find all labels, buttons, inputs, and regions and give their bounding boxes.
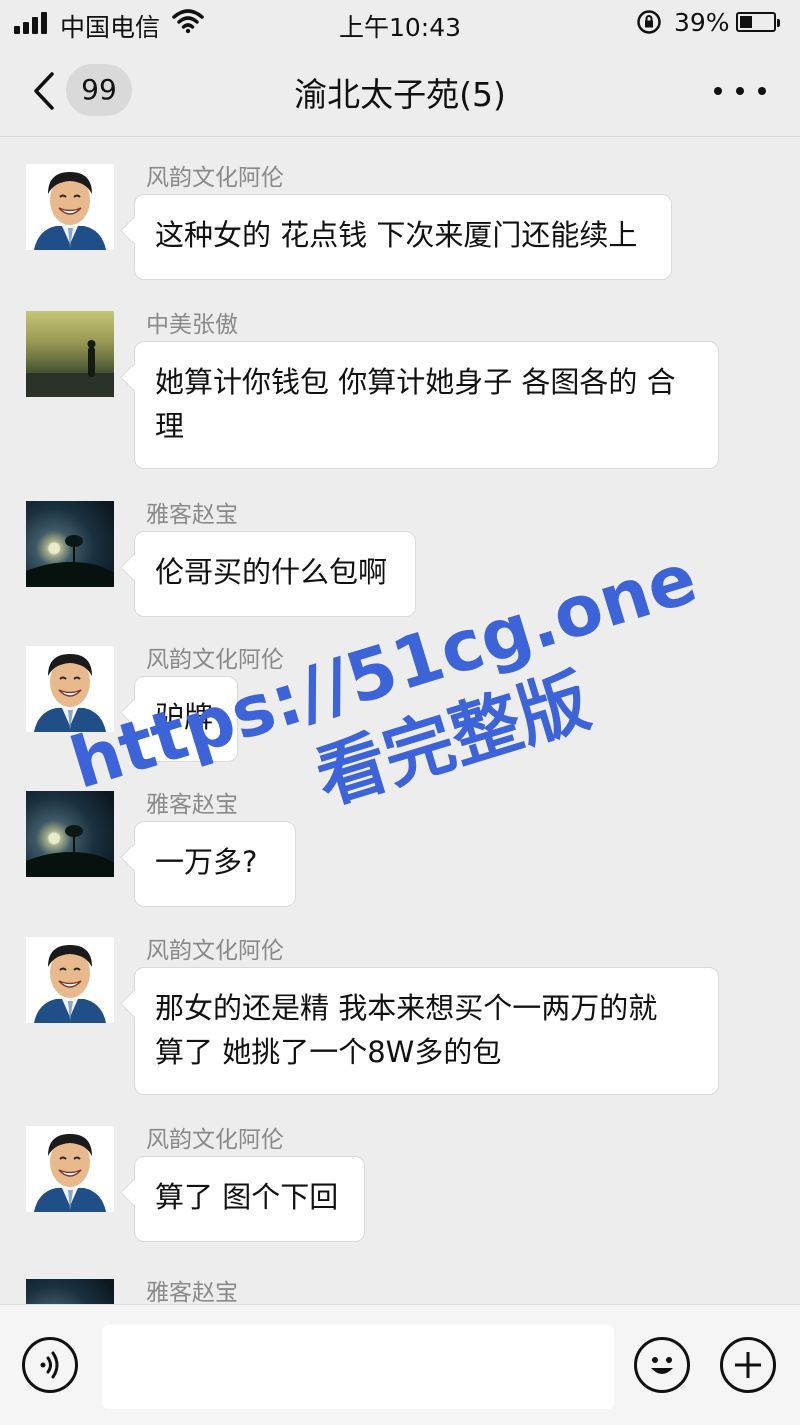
avatar[interactable] bbox=[26, 501, 114, 587]
message-bubble[interactable]: 她算计你钱包 你算计她身子 各图各的 合理 bbox=[134, 341, 719, 469]
avatar[interactable] bbox=[26, 1126, 114, 1212]
battery-icon bbox=[736, 12, 780, 32]
message-bubble[interactable]: 一万多? bbox=[134, 821, 296, 907]
message-input[interactable] bbox=[102, 1325, 614, 1409]
battery-percent: 39% bbox=[674, 8, 730, 37]
message-text-line: 一万多? bbox=[155, 845, 258, 879]
chat-header: 99 渝北太子苑(5) bbox=[0, 46, 800, 137]
sender-name: 雅客赵宝 bbox=[146, 792, 238, 818]
status-bar: 中国电信 上午10:43 39% bbox=[0, 0, 800, 46]
sender-name: 风韵文化阿伦 bbox=[146, 647, 284, 673]
sender-name: 风韵文化阿伦 bbox=[146, 165, 284, 191]
sender-name: 风韵文化阿伦 bbox=[146, 1127, 284, 1153]
chat-title: 渝北太子苑(5) bbox=[294, 75, 506, 114]
message-bubble[interactable]: 这种女的 花点钱 下次来厦门还能续上 bbox=[134, 194, 672, 280]
emoji-icon[interactable] bbox=[634, 1337, 690, 1393]
input-bar bbox=[0, 1304, 800, 1425]
message-bubble[interactable]: 算了 图个下回 bbox=[134, 1156, 365, 1242]
voice-icon[interactable] bbox=[22, 1337, 78, 1393]
avatar[interactable] bbox=[26, 937, 114, 1023]
avatar[interactable] bbox=[26, 311, 114, 397]
message-bubble[interactable]: 驴牌 bbox=[134, 676, 238, 762]
plus-icon[interactable] bbox=[720, 1337, 776, 1393]
message-text-line: 她算计你钱包 你算计她身子 各图各的 合 bbox=[155, 365, 676, 399]
avatar[interactable] bbox=[26, 646, 114, 732]
sender-name: 中美张傲 bbox=[146, 312, 238, 338]
sender-name: 风韵文化阿伦 bbox=[146, 938, 284, 964]
message-text-line: 这种女的 花点钱 下次来厦门还能续上 bbox=[155, 218, 638, 252]
sender-name: 雅客赵宝 bbox=[146, 1280, 238, 1306]
message-text-line: 算了 她挑了一个8W多的包 bbox=[155, 1035, 502, 1069]
message-text-line: 伦哥买的什么包啊 bbox=[155, 555, 388, 589]
message-text-line: 驴牌 bbox=[155, 700, 214, 734]
watermark-caption: 看完整版 bbox=[307, 660, 599, 820]
avatar[interactable] bbox=[26, 791, 114, 877]
avatar[interactable] bbox=[26, 164, 114, 250]
more-dots-icon[interactable] bbox=[714, 68, 766, 114]
message-text-line: 算了 图个下回 bbox=[155, 1180, 339, 1214]
rotation-lock-icon bbox=[637, 10, 661, 34]
message-bubble[interactable]: 伦哥买的什么包啊 bbox=[134, 531, 416, 617]
message-text-line: 那女的还是精 我本来想买个一两万的就 bbox=[155, 991, 658, 1025]
message-bubble[interactable]: 那女的还是精 我本来想买个一两万的就 算了 她挑了一个8W多的包 bbox=[134, 967, 719, 1095]
message-text-line: 理 bbox=[155, 409, 185, 443]
sender-name: 雅客赵宝 bbox=[146, 502, 238, 528]
